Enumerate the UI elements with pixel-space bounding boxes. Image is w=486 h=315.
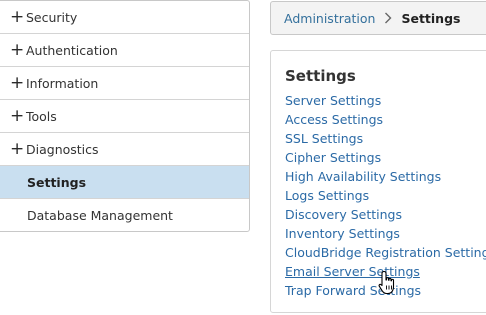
list-item: Cipher Settings: [285, 148, 486, 167]
list-item: Access Settings: [285, 110, 486, 129]
settings-panel: Settings Server Settings Access Settings…: [270, 50, 486, 313]
sidebar-item-label: Database Management: [27, 208, 173, 223]
email-server-settings-link[interactable]: Email Server Settings: [285, 264, 420, 279]
logs-settings-link[interactable]: Logs Settings: [285, 188, 369, 203]
sidebar-item-label: Tools: [26, 108, 57, 124]
list-item: CloudBridge Registration Settings: [285, 243, 486, 262]
trap-forward-settings-link[interactable]: Trap Forward Settings: [285, 283, 421, 298]
sidebar-item-database-management[interactable]: Database Management: [0, 199, 249, 231]
list-item: Server Settings: [285, 91, 486, 110]
settings-link-list: Server Settings Access Settings SSL Sett…: [285, 91, 486, 300]
sidebar-item-information[interactable]: + Information: [0, 67, 249, 100]
breadcrumb-current: Settings: [401, 10, 461, 26]
list-item: Discovery Settings: [285, 205, 486, 224]
list-item: Inventory Settings: [285, 224, 486, 243]
list-item: Logs Settings: [285, 186, 486, 205]
cipher-settings-link[interactable]: Cipher Settings: [285, 150, 381, 165]
access-settings-link[interactable]: Access Settings: [285, 112, 383, 127]
sidebar-item-settings[interactable]: Settings: [0, 166, 249, 199]
breadcrumb: Administration Settings: [270, 1, 486, 35]
sidebar-item-diagnostics[interactable]: + Diagnostics: [0, 133, 249, 166]
sidebar-item-security[interactable]: + Security: [0, 1, 249, 34]
sidebar-item-label: Diagnostics: [26, 141, 99, 157]
discovery-settings-link[interactable]: Discovery Settings: [285, 207, 402, 222]
expand-plus-icon: +: [10, 139, 25, 159]
sidebar-item-label: Settings: [27, 174, 87, 190]
list-item: Email Server Settings: [285, 262, 486, 281]
sidebar-item-authentication[interactable]: + Authentication: [0, 34, 249, 67]
sidebar-item-label: Information: [26, 75, 99, 91]
expand-plus-icon: +: [10, 40, 25, 60]
sidebar-nav: + Security + Authentication + Informatio…: [0, 0, 250, 232]
panel-title: Settings: [285, 67, 356, 85]
list-item: High Availability Settings: [285, 167, 486, 186]
high-availability-settings-link[interactable]: High Availability Settings: [285, 169, 441, 184]
inventory-settings-link[interactable]: Inventory Settings: [285, 226, 400, 241]
list-item: SSL Settings: [285, 129, 486, 148]
sidebar-item-label: Authentication: [26, 42, 118, 58]
expand-plus-icon: +: [10, 73, 25, 93]
sidebar-item-label: Security: [26, 9, 78, 25]
list-item: Trap Forward Settings: [285, 281, 486, 300]
ssl-settings-link[interactable]: SSL Settings: [285, 131, 363, 146]
sidebar-item-tools[interactable]: + Tools: [0, 100, 249, 133]
server-settings-link[interactable]: Server Settings: [285, 93, 381, 108]
chevron-right-icon: [375, 11, 401, 25]
breadcrumb-link-administration[interactable]: Administration: [284, 11, 375, 26]
expand-plus-icon: +: [10, 7, 25, 27]
cloudbridge-registration-settings-link[interactable]: CloudBridge Registration Settings: [285, 245, 486, 260]
expand-plus-icon: +: [10, 106, 25, 126]
